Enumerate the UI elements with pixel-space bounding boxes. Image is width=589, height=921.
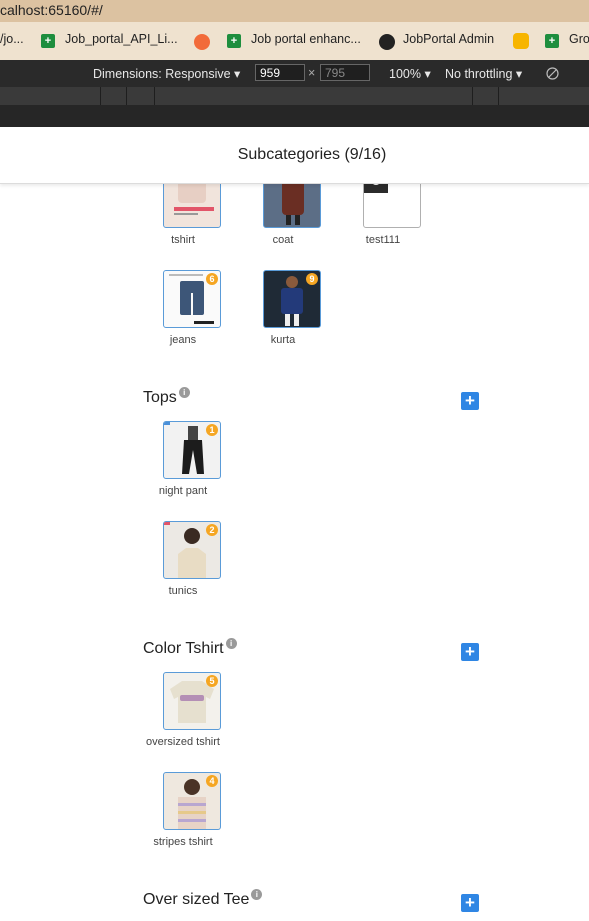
tile-label: test111 bbox=[365, 234, 401, 246]
device-toolbar: Dimensions: Responsive ▾ 959 × 795 100% … bbox=[0, 60, 589, 87]
app-icon bbox=[194, 34, 210, 50]
bookmark-item[interactable]: Job_portal_API_Li... bbox=[65, 32, 178, 46]
sheets-icon: + bbox=[227, 34, 241, 48]
times-symbol: × bbox=[308, 66, 316, 80]
globe-icon bbox=[379, 34, 395, 50]
sheets-icon: + bbox=[545, 34, 559, 48]
tile-label: kurta bbox=[270, 334, 296, 346]
count-badge: 1 bbox=[206, 424, 218, 436]
count-badge: 2 bbox=[206, 524, 218, 536]
product-thumbnail bbox=[263, 184, 321, 228]
bookmark-item[interactable]: JobPortal Admin bbox=[403, 32, 494, 46]
count-badge: 4 bbox=[206, 775, 218, 787]
info-icon[interactable]: i bbox=[178, 387, 190, 398]
subcategory-tile-oversized-tshirt[interactable]: 5 oversized tshirt bbox=[143, 672, 223, 748]
count-badge: 9 bbox=[306, 273, 318, 285]
zoom-dropdown[interactable]: 100% ▾ bbox=[389, 66, 431, 81]
rotate-icon[interactable] bbox=[546, 67, 559, 80]
page-title: Subcategories (9/16) bbox=[237, 146, 387, 163]
width-input[interactable]: 959 bbox=[255, 64, 305, 81]
subcategory-tile-jeans[interactable]: 6 jeans bbox=[143, 270, 223, 346]
category-title-tops: Tops i bbox=[143, 387, 190, 407]
product-thumbnail: 2 bbox=[163, 521, 221, 579]
category-title-over-sized-tee: Over sized Tee i bbox=[143, 889, 263, 909]
subcategory-tile-coat[interactable]: coat bbox=[243, 184, 323, 246]
subcategory-tile-kurta[interactable]: 9 kurta bbox=[243, 270, 323, 346]
address-bar[interactable]: calhost:65160/#/ bbox=[0, 0, 589, 22]
product-thumbnail: 1 bbox=[163, 421, 221, 479]
tile-label: stripes tshirt bbox=[153, 836, 213, 848]
bookmarks-bar: /jo... + Job_portal_API_Li... + Job port… bbox=[0, 22, 589, 60]
subcategory-list[interactable]: tshirt coat test111 6 jeans 9 kurta Tops… bbox=[0, 184, 589, 921]
media-query-ruler bbox=[0, 87, 589, 105]
count-badge: 6 bbox=[206, 273, 218, 285]
keep-icon bbox=[513, 33, 529, 49]
subcategory-tile-tshirt[interactable]: tshirt bbox=[143, 184, 223, 246]
subcategory-tile-tunics[interactable]: 2 tunics bbox=[143, 521, 223, 597]
bookmark-item[interactable]: Job portal enhanc... bbox=[251, 32, 361, 46]
info-icon[interactable]: i bbox=[225, 638, 237, 649]
subcategory-tile-night-pant[interactable]: 1 night pant bbox=[143, 421, 223, 497]
bookmark-item[interactable]: Gro bbox=[569, 32, 589, 46]
placeholder-image bbox=[364, 184, 388, 193]
count-badge: 5 bbox=[206, 675, 218, 687]
sheets-icon: + bbox=[41, 34, 55, 48]
bookmark-item[interactable]: /jo... bbox=[0, 32, 24, 46]
add-subcategory-button[interactable]: + bbox=[461, 894, 479, 912]
address-text: calhost:65160/#/ bbox=[0, 2, 103, 18]
product-thumbnail bbox=[363, 184, 421, 228]
dimensions-dropdown[interactable]: Dimensions: Responsive ▾ bbox=[93, 66, 240, 81]
tile-label: night pant bbox=[158, 485, 208, 497]
product-thumbnail: 6 bbox=[163, 270, 221, 328]
subcategory-tile-stripes-tshirt[interactable]: 4 stripes tshirt bbox=[143, 772, 223, 848]
product-thumbnail: 5 bbox=[163, 672, 221, 730]
add-subcategory-button[interactable]: + bbox=[461, 392, 479, 410]
subcategory-tile-test111[interactable]: test111 bbox=[343, 184, 423, 246]
product-thumbnail: 4 bbox=[163, 772, 221, 830]
throttling-dropdown[interactable]: No throttling ▾ bbox=[445, 66, 522, 81]
page-header: Subcategories (9/16) bbox=[0, 127, 589, 184]
product-thumbnail: 9 bbox=[263, 270, 321, 328]
coat-image bbox=[282, 184, 304, 225]
category-title-color-tshirt: Color Tshirt i bbox=[143, 638, 237, 658]
height-input[interactable]: 795 bbox=[320, 64, 370, 81]
tile-label: oversized tshirt bbox=[146, 736, 220, 748]
product-thumbnail bbox=[163, 184, 221, 228]
device-frame-strip bbox=[0, 105, 589, 127]
info-icon[interactable]: i bbox=[251, 889, 263, 900]
add-subcategory-button[interactable]: + bbox=[461, 643, 479, 661]
tshirt-image bbox=[174, 184, 214, 215]
tile-label: tunics bbox=[168, 585, 198, 597]
